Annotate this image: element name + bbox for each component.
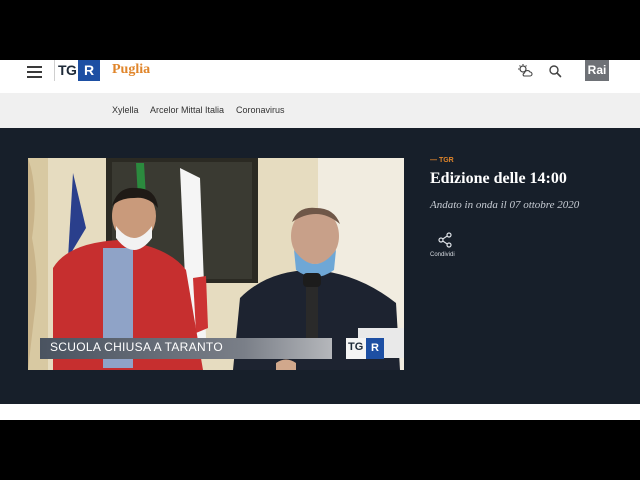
subnav-item-coronavirus[interactable]: Coronavirus	[236, 105, 285, 115]
region-title[interactable]: Puglia	[112, 62, 150, 78]
tgr-logo-text: TG	[58, 62, 77, 78]
video-tgr-logo-accent: R	[366, 338, 384, 359]
subnav-item-arcelor-mittal[interactable]: Arcelor Mittal Italia	[150, 105, 224, 115]
footer-strip	[0, 404, 640, 420]
tgr-logo-accent: R	[78, 60, 100, 81]
program-label-text: TGR	[438, 157, 454, 164]
browser-viewport: TG R Puglia Rai Xylella Arcelor Mittal I…	[0, 60, 640, 420]
rai-logo[interactable]: Rai	[585, 60, 609, 81]
site-header: TG R Puglia Rai	[0, 60, 640, 93]
video-section: SCUOLA CHIUSA A TARANTO TG R — TGR Edizi…	[0, 128, 640, 404]
episode-title: Edizione delle 14:00	[430, 170, 567, 187]
program-label: — TGR	[430, 157, 454, 164]
weather-icon[interactable]	[517, 63, 533, 79]
video-player[interactable]: SCUOLA CHIUSA A TARANTO TG R	[28, 158, 404, 370]
share-label: Condividi	[430, 252, 455, 258]
video-tgr-logo-text: TG	[348, 341, 364, 353]
video-tgr-logo: TG R	[346, 338, 384, 359]
subnav-item-xylella[interactable]: Xylella	[112, 105, 139, 115]
share-button[interactable]: Condividi	[430, 232, 462, 262]
sub-navigation: Xylella Arcelor Mittal Italia Coronaviru…	[0, 93, 640, 128]
aired-date: Andato in onda il 07 ottobre 2020	[430, 199, 580, 211]
video-caption: SCUOLA CHIUSA A TARANTO	[50, 340, 223, 354]
tgr-logo[interactable]: TG R	[54, 60, 102, 81]
menu-icon[interactable]	[27, 65, 43, 79]
search-icon[interactable]	[547, 63, 563, 79]
share-icon	[438, 232, 452, 248]
